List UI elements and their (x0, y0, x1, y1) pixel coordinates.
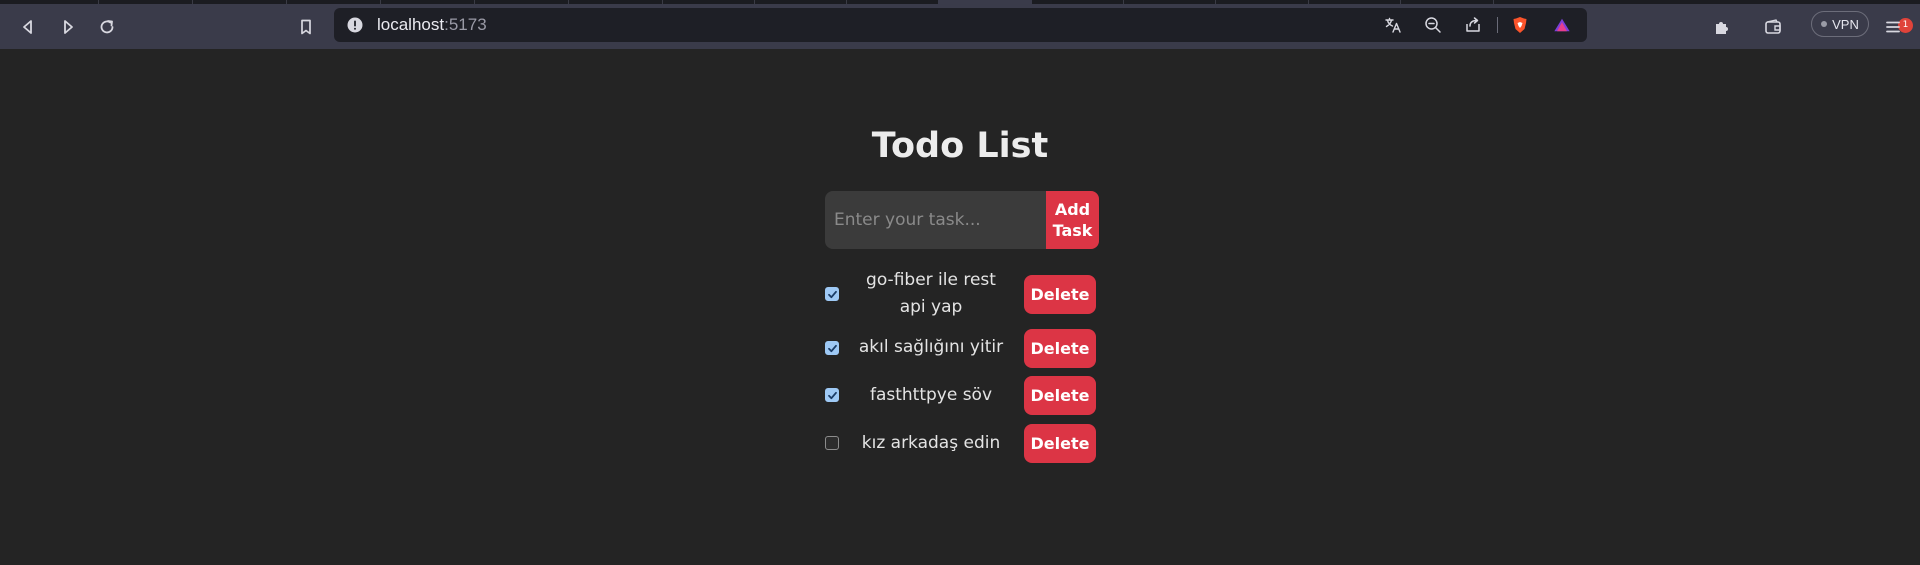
todo-text: kız arkadaş edin (861, 433, 1001, 453)
todo-checkbox[interactable] (825, 436, 839, 450)
extensions-icon (1716, 22, 1728, 34)
todo-item: akıl sağlığını yitir Delete (825, 329, 1099, 368)
vpn-label: VPN (1832, 16, 1859, 32)
brave-shields-icon (1513, 17, 1527, 33)
share-icon (1466, 17, 1480, 32)
todo-app: Todo List Add Task go-fiber ile rest api… (0, 49, 1920, 565)
reload-button[interactable] (93, 13, 121, 41)
translate-icon (1385, 17, 1401, 33)
back-icon (23, 20, 32, 34)
address-bar[interactable]: localhost:5173 1 (334, 8, 1913, 42)
reload-icon (100, 20, 114, 34)
url-text[interactable]: localhost:5173 (377, 16, 487, 34)
todo-item: kız arkadaş edin Delete (825, 424, 1099, 463)
todo-item: fasthttpye söv Delete (825, 376, 1099, 415)
site-info-icon[interactable] (347, 17, 363, 33)
delete-button[interactable]: Delete (1024, 329, 1096, 368)
todo-checkbox[interactable] (825, 341, 839, 355)
wallet-icon (1765, 19, 1781, 34)
brave-rewards-button[interactable] (1552, 15, 1572, 35)
extensions-button[interactable] (1708, 13, 1736, 41)
checkmark-icon (828, 290, 837, 299)
todo-text: go-fiber ile rest api yap (866, 270, 996, 317)
share-button[interactable] (1463, 15, 1483, 35)
brave-rewards-icon (1554, 18, 1570, 32)
vpn-status-dot (1821, 21, 1828, 27)
bookmark-icon (301, 19, 311, 35)
url-port: :5173 (444, 15, 487, 34)
forward-button[interactable] (54, 13, 82, 41)
zoom-out-icon (1425, 17, 1441, 33)
omnibox-divider (1497, 17, 1498, 33)
todo-item: go-fiber ile rest api yap Delete (825, 267, 1099, 323)
brave-shields-button[interactable] (1510, 15, 1530, 35)
menu-icon (1886, 21, 1900, 33)
url-host: localhost (377, 15, 445, 34)
todo-checkbox[interactable] (825, 388, 839, 402)
todo-text: akıl sağlığını yitir (858, 337, 1004, 357)
delete-button[interactable]: Delete (1024, 376, 1096, 415)
browser-toolbar: localhost:5173 1 VPN (0, 4, 1920, 49)
todo-checkbox[interactable] (825, 287, 839, 301)
checkmark-icon (828, 391, 837, 400)
bookmark-button[interactable] (292, 13, 320, 41)
zoom-button[interactable] (1423, 15, 1443, 35)
menu-button[interactable] (1879, 13, 1907, 41)
vpn-button[interactable]: VPN (1811, 11, 1869, 37)
delete-button[interactable]: Delete (1024, 424, 1096, 463)
checkmark-icon (828, 344, 837, 353)
delete-button[interactable]: Delete (1024, 275, 1096, 314)
todo-text: fasthttpye söv (869, 385, 993, 405)
todo-list: go-fiber ile rest api yap Delete akıl sağl… (0, 49, 1920, 565)
back-button[interactable] (14, 13, 42, 41)
translate-button[interactable] (1383, 15, 1403, 35)
wallet-button[interactable] (1759, 13, 1787, 41)
forward-icon (64, 20, 73, 34)
